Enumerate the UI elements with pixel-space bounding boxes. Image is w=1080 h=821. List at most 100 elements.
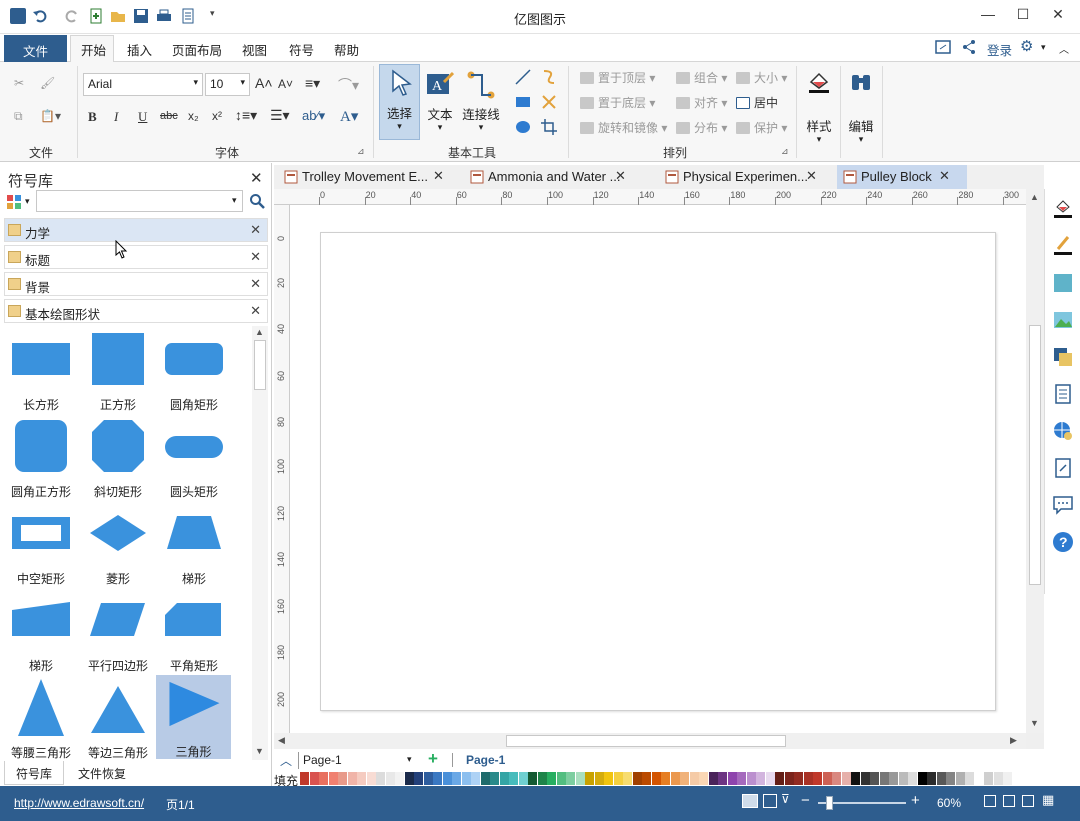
fill-style-icon[interactable] bbox=[1052, 197, 1074, 219]
shrink-font-icon[interactable]: A˅ bbox=[278, 77, 293, 91]
color-swatch[interactable] bbox=[452, 772, 461, 785]
color-swatch[interactable] bbox=[974, 772, 984, 785]
shape-triangle-selected[interactable]: 三角形 bbox=[156, 675, 231, 759]
shape-chamfered-rectangle[interactable]: 斜切矩形 bbox=[79, 417, 157, 503]
image-icon[interactable] bbox=[1052, 309, 1074, 331]
minimize-button[interactable]: — bbox=[973, 6, 1003, 26]
color-swatch[interactable] bbox=[547, 772, 556, 785]
color-swatch[interactable] bbox=[319, 772, 328, 785]
close-tab-icon[interactable]: ✕ bbox=[939, 168, 950, 184]
color-swatch[interactable] bbox=[765, 772, 775, 785]
color-swatch[interactable] bbox=[908, 772, 917, 785]
underline-icon[interactable]: U bbox=[138, 109, 147, 125]
color-swatch[interactable] bbox=[993, 772, 1003, 785]
color-swatch[interactable] bbox=[566, 772, 575, 785]
color-swatch[interactable] bbox=[946, 772, 955, 785]
select-tool-button[interactable]: 选择 ▾ bbox=[379, 64, 420, 140]
copy-icon[interactable]: ⧉ bbox=[14, 109, 23, 124]
color-swatch[interactable] bbox=[822, 772, 832, 785]
shape-rectangle[interactable]: 长方形 bbox=[2, 330, 80, 416]
color-swatch[interactable] bbox=[879, 772, 889, 785]
zoom-slider-handle[interactable] bbox=[826, 796, 833, 810]
scroll-left-icon[interactable]: ◀ bbox=[278, 735, 285, 746]
search-history-dropdown-icon[interactable]: ▾ bbox=[232, 195, 237, 206]
shape-stadium[interactable]: 圆头矩形 bbox=[155, 417, 233, 503]
style-button[interactable]: 样式 ▾ bbox=[800, 64, 838, 154]
page-collapse-chevron-icon[interactable]: ︿ bbox=[280, 752, 292, 769]
color-swatch[interactable] bbox=[803, 772, 813, 785]
arc-tool-icon[interactable] bbox=[540, 68, 558, 86]
close-button[interactable]: ✕ bbox=[1043, 6, 1073, 26]
point-tool-icon[interactable] bbox=[540, 93, 558, 111]
tab-view[interactable]: 视图 bbox=[242, 40, 267, 59]
edit-button[interactable]: 编辑 ▾ bbox=[842, 64, 880, 154]
close-section-icon[interactable]: ✕ bbox=[250, 276, 261, 292]
color-swatch[interactable] bbox=[927, 772, 936, 785]
layers-icon[interactable] bbox=[1052, 346, 1074, 368]
send-to-back-button[interactable]: 置于底层 ▾ bbox=[580, 94, 655, 111]
line-tool-icon[interactable] bbox=[514, 68, 532, 86]
color-swatch[interactable] bbox=[490, 772, 499, 785]
color-swatch[interactable] bbox=[575, 772, 585, 785]
color-swatch[interactable] bbox=[870, 772, 879, 785]
scroll-down-icon[interactable]: ▼ bbox=[1030, 718, 1039, 728]
color-swatch[interactable] bbox=[756, 772, 765, 785]
connector-tool-button[interactable]: 连接线 ▾ bbox=[460, 64, 502, 140]
color-swatch[interactable] bbox=[737, 772, 746, 785]
horizontal-scroll-thumb[interactable] bbox=[506, 735, 786, 747]
color-swatch[interactable] bbox=[328, 772, 338, 785]
color-swatch[interactable] bbox=[594, 772, 604, 785]
close-section-icon[interactable]: ✕ bbox=[250, 222, 261, 238]
shape-rounded-square[interactable]: 圆角正方形 bbox=[2, 417, 80, 503]
shape-trapezoid[interactable]: 梯形 bbox=[155, 504, 233, 590]
scroll-up-icon[interactable]: ▲ bbox=[255, 327, 264, 337]
font-color-icon[interactable]: A▾ bbox=[340, 107, 358, 126]
color-swatch[interactable] bbox=[585, 772, 594, 785]
rectangle-tool-icon[interactable] bbox=[514, 93, 532, 111]
strikethrough-icon[interactable]: abc bbox=[160, 110, 178, 122]
library-scrollbar[interactable]: ▲ ▼ bbox=[252, 326, 268, 760]
color-swatch[interactable] bbox=[423, 772, 433, 785]
shape-trapezoid-slanted[interactable]: 梯形 bbox=[2, 591, 80, 677]
color-swatch[interactable] bbox=[518, 772, 528, 785]
color-swatch[interactable] bbox=[613, 772, 623, 785]
color-swatch[interactable] bbox=[471, 772, 480, 785]
maximize-button[interactable]: ☐ bbox=[1008, 6, 1038, 26]
font-dialog-launcher-icon[interactable]: ⊿ bbox=[357, 146, 365, 157]
scroll-right-icon[interactable]: ▶ bbox=[1010, 735, 1017, 746]
file-menu-button[interactable]: 文件 bbox=[4, 35, 67, 62]
tab-file-recovery[interactable]: 文件恢复 bbox=[70, 761, 134, 785]
settings-dropdown-icon[interactable]: ▾ bbox=[1041, 42, 1046, 53]
text-tool-button[interactable]: A 文本 ▾ bbox=[422, 64, 458, 140]
color-swatch[interactable] bbox=[395, 772, 404, 785]
library-scroll-thumb[interactable] bbox=[254, 340, 266, 390]
library-section-background[interactable]: 背景 ✕ bbox=[4, 272, 268, 296]
tab-insert[interactable]: 插入 bbox=[127, 40, 152, 59]
shadow-color-icon[interactable] bbox=[1052, 272, 1074, 294]
library-menu-icon[interactable] bbox=[6, 194, 22, 210]
shape-equilateral-triangle[interactable]: 等边三角形 bbox=[79, 678, 157, 764]
text-align-icon[interactable]: ≡▾ bbox=[305, 75, 320, 92]
color-swatch[interactable] bbox=[537, 772, 547, 785]
color-swatch[interactable] bbox=[414, 772, 423, 785]
doc-tab-ammonia-water[interactable]: Ammonia and Water ... ✕ bbox=[464, 165, 642, 189]
color-swatch[interactable] bbox=[433, 772, 442, 785]
protect-button[interactable]: 保护 ▾ bbox=[736, 119, 787, 136]
color-swatch[interactable] bbox=[309, 772, 319, 785]
tab-home[interactable]: 开始 bbox=[81, 40, 106, 59]
search-icon[interactable] bbox=[249, 193, 265, 209]
color-swatch[interactable] bbox=[670, 772, 680, 785]
zoom-level[interactable]: 60% bbox=[937, 796, 961, 810]
page-selector[interactable]: Page-1 ▾ bbox=[298, 752, 418, 769]
size-button[interactable]: 大小 ▾ bbox=[736, 69, 787, 86]
close-section-icon[interactable]: ✕ bbox=[250, 249, 261, 265]
rotate-mirror-button[interactable]: 旋转和镜像 ▾ bbox=[580, 119, 667, 136]
color-swatch[interactable] bbox=[385, 772, 395, 785]
full-screen-icon[interactable] bbox=[1022, 795, 1034, 807]
color-swatch[interactable] bbox=[984, 772, 993, 785]
grow-font-icon[interactable]: A˄ bbox=[255, 75, 273, 91]
color-swatch[interactable] bbox=[851, 772, 860, 785]
color-swatch[interactable] bbox=[680, 772, 689, 785]
color-swatch[interactable] bbox=[632, 772, 642, 785]
color-swatch[interactable] bbox=[718, 772, 727, 785]
